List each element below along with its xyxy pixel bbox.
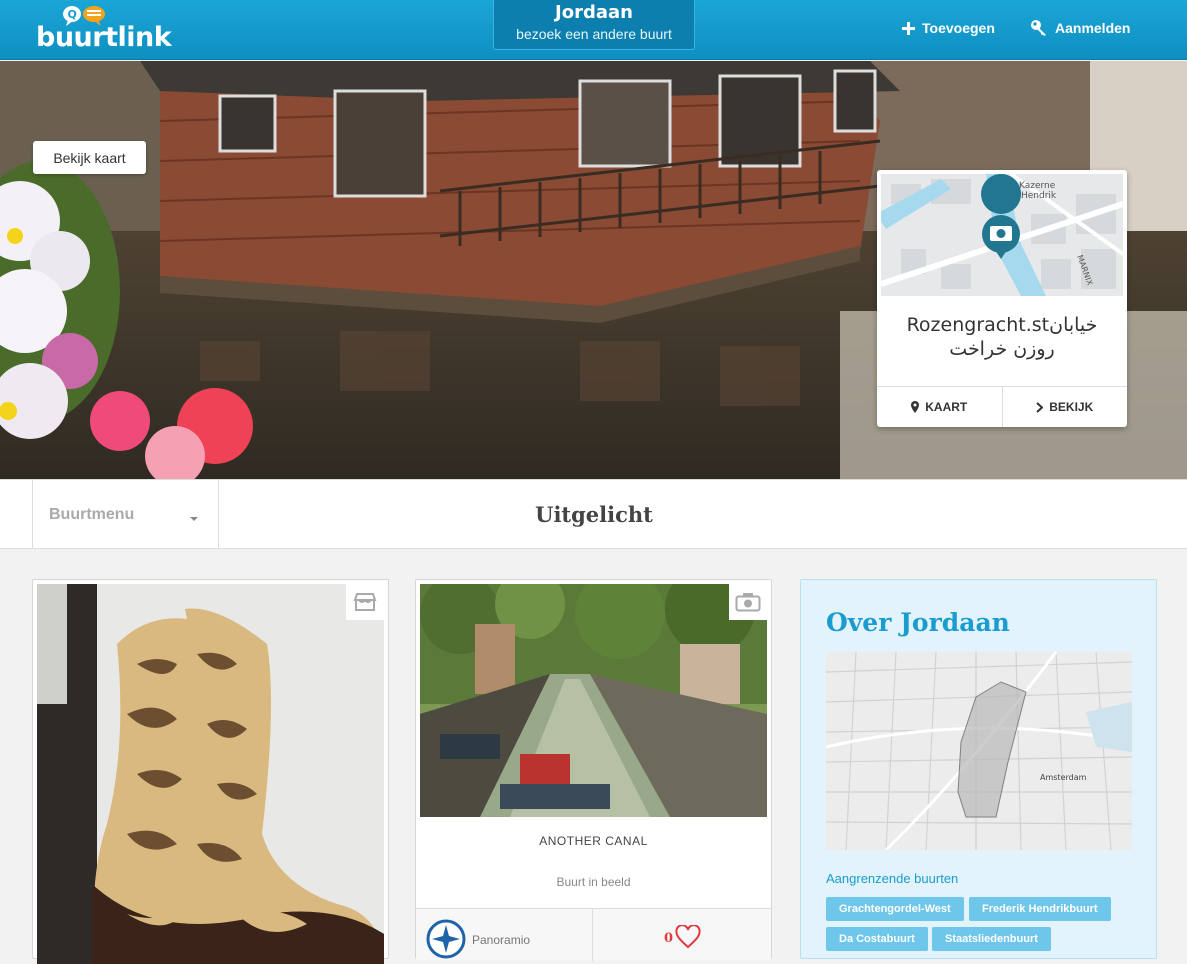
card-footer: Panoramio 0 (416, 908, 771, 961)
featured-card-shop[interactable] (32, 579, 389, 964)
location-view-button[interactable]: BEKIJK (1001, 387, 1128, 427)
card-category: Buurt in beeld (556, 875, 631, 889)
location-actions: KAART BEKIJK (877, 386, 1127, 427)
adjacent-neighborhoods-label: Aangrenzende buurten (826, 871, 959, 886)
tag-staatsliedenbuurt[interactable]: Staatsliedenbuurt (932, 927, 1051, 951)
key-icon (1031, 20, 1046, 36)
card-caption: ANOTHER CANAL (539, 834, 648, 848)
location-map-label: KAART (925, 400, 968, 414)
map-label-amsterdam: Amsterdam (1040, 773, 1087, 782)
map-thumbnail: Kazerne Hendrik MARNIX (881, 174, 1123, 296)
map-label-hendrik: Hendrik (1021, 191, 1057, 201)
tag-da-costabuurt[interactable]: Da Costabuurt (826, 927, 928, 951)
top-navigation-bar: Q buurtlink Jordaan bezoek een andere bu… (0, 0, 1187, 60)
chevron-right-icon (1036, 401, 1044, 413)
plus-icon (902, 21, 915, 35)
card-source[interactable]: Panoramio (416, 909, 593, 961)
login-button[interactable]: Aanmelden (1030, 17, 1130, 39)
map-marker-icon (911, 401, 920, 413)
location-title: Rozengracht.stخیابان روزن خراخت (877, 313, 1127, 361)
add-button[interactable]: Toevoegen (902, 17, 995, 39)
featured-card-photo[interactable]: ANOTHER CANAL Buurt in beeld Panoramio 0 (415, 579, 772, 961)
buurtlink-logo[interactable]: Q buurtlink (36, 4, 186, 54)
neighborhood-switcher[interactable]: Jordaan bezoek een andere buurt (493, 0, 695, 50)
about-neighborhood-panel: Over Jordaan Amsterdam Aangrenzende buur… (800, 579, 1157, 959)
card-image (37, 584, 384, 964)
neighborhood-map-image: Amsterdam (826, 652, 1132, 850)
hero-banner: Bekijk kaart Kazerne Hendrik MARNIX Roze… (0, 61, 1187, 479)
location-view-label: BEKIJK (1049, 400, 1094, 414)
camera-icon (735, 593, 761, 612)
cowboy-boot-photo (37, 584, 384, 964)
tag-grachtengordel-west[interactable]: Grachtengordel-West (826, 897, 964, 921)
canal-photo (420, 584, 767, 817)
view-map-button[interactable]: Bekijk kaart (33, 141, 146, 174)
like-button[interactable]: 0 (594, 909, 771, 961)
location-title-line1: Rozengracht.stخیابان (906, 314, 1098, 336)
location-title-line2: روزن خراخت (949, 338, 1055, 360)
location-mini-map[interactable]: Kazerne Hendrik MARNIX (881, 174, 1123, 296)
shop-icon (353, 593, 377, 611)
about-title: Over Jordaan (826, 608, 1010, 637)
heart-icon (675, 925, 701, 949)
map-label-kazerne: Kazerne (1019, 181, 1056, 191)
card-type-badge (346, 584, 384, 620)
login-label: Aanmelden (1055, 20, 1131, 36)
like-count: 0 (663, 931, 674, 946)
location-map-button[interactable]: KAART (877, 387, 1002, 427)
add-label: Toevoegen (922, 20, 995, 36)
logo-text: buurtlink (36, 22, 172, 53)
neighborhood-name: Jordaan (555, 2, 633, 23)
neighborhood-menu-label: Buurtmenu (49, 505, 135, 523)
neighborhood-map[interactable]: Amsterdam (826, 652, 1132, 850)
card-image (420, 584, 767, 817)
neighborhood-menu-dropdown[interactable]: Buurtmenu (32, 480, 219, 549)
section-bar: Buurtmenu Uitgelicht (0, 479, 1187, 549)
section-title: Uitgelicht (535, 502, 653, 527)
card-source-label: Panoramio (472, 933, 531, 947)
card-type-badge (729, 584, 767, 620)
tag-frederik-hendrikbuurt[interactable]: Frederik Hendrikbuurt (969, 897, 1111, 921)
neighborhood-switch-hint: bezoek een andere buurt (516, 26, 672, 42)
panoramio-icon (426, 919, 466, 959)
caret-down-icon (190, 517, 198, 521)
svg-text:Q: Q (68, 8, 77, 21)
location-card: Kazerne Hendrik MARNIX Rozengracht.stخیا… (877, 170, 1127, 427)
